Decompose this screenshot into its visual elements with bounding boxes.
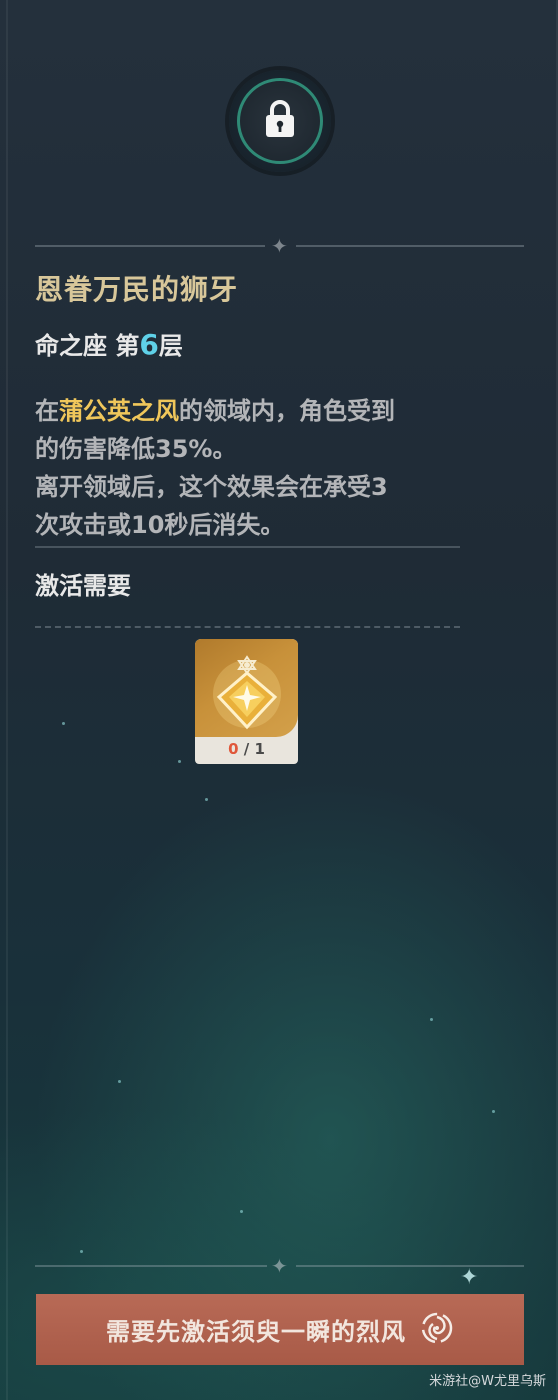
item-art — [195, 639, 298, 737]
badge-ring — [237, 78, 323, 164]
ornament-divider-left — [35, 1265, 267, 1267]
description-line: 在蒲公英之风的领域内，角色受到 — [35, 392, 465, 430]
watermark: 米游社@W尤里乌斯 — [429, 1374, 546, 1389]
highlight-keyword: 蒲公英之风 — [59, 397, 179, 425]
sparkle — [492, 1110, 495, 1113]
description-text: 在 — [35, 397, 59, 425]
activate-prerequisite-label: 需要先激活须臾一瞬的烈风 — [106, 1318, 406, 1346]
constellation-level: 命之座 第6层 — [35, 326, 183, 361]
sparkle — [240, 1210, 243, 1213]
ornament-divider-right — [296, 1265, 524, 1267]
four-point-star-icon: ✦ — [271, 1254, 288, 1278]
activate-prerequisite-button[interactable]: 需要先激活须臾一瞬的烈风 — [36, 1294, 524, 1365]
anemo-element-icon — [420, 1311, 454, 1349]
locked-constellation-badge — [229, 70, 331, 172]
glint-icon: ✦ — [460, 1265, 479, 1290]
sparkle — [62, 722, 65, 725]
required-item-card[interactable]: 0 / 1 — [195, 639, 298, 764]
item-count-need: 1 — [254, 740, 265, 758]
description-line: 的伤害降低35%。 — [35, 435, 237, 463]
sparkle — [80, 1250, 83, 1253]
panel-left-edge — [6, 0, 8, 1400]
sparkle — [430, 1018, 433, 1021]
description-line: 离开领域后，这个效果会在承受3 — [35, 473, 388, 501]
sparkle — [178, 760, 181, 763]
ornament-divider-left — [35, 245, 265, 247]
ornament-divider-right — [296, 245, 524, 247]
constellation-title: 恩眷万民的狮牙 — [35, 273, 239, 306]
sparkle — [205, 798, 208, 801]
item-count: 0 / 1 — [195, 740, 298, 758]
description-text: 的领域内，角色受到 — [179, 397, 395, 425]
sparkle — [118, 1080, 121, 1083]
lock-icon — [263, 99, 297, 143]
stella-fortuna-icon — [195, 655, 298, 741]
level-prefix: 命之座 第 — [35, 332, 140, 360]
constellation-description: 在蒲公英之风的领域内，角色受到 的伤害降低35%。 离开领域后，这个效果会在承受… — [35, 392, 465, 544]
item-count-separator: / — [243, 740, 250, 758]
section-divider — [35, 546, 460, 548]
dashed-divider — [35, 626, 460, 628]
item-count-have: 0 — [228, 740, 239, 758]
description-line: 次攻击或10秒后消失。 — [35, 511, 285, 539]
level-number: 6 — [139, 328, 159, 361]
requirements-label: 激活需要 — [35, 572, 131, 600]
level-suffix: 层 — [158, 332, 183, 360]
four-point-star-icon: ✦ — [271, 234, 288, 258]
